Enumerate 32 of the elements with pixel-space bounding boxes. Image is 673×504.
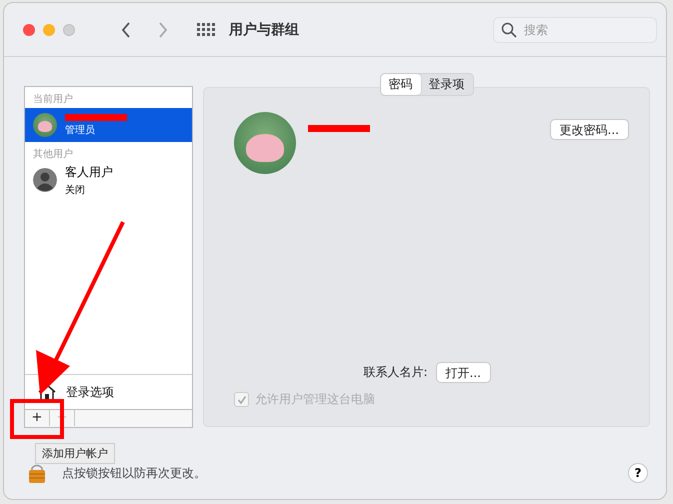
checkmark-icon xyxy=(236,394,246,404)
redaction-bar xyxy=(308,125,370,132)
change-password-button[interactable]: 更改密码... xyxy=(550,119,629,140)
user-role: 关闭 xyxy=(65,184,86,196)
lock-message: 点按锁按钮以防再次更改。 xyxy=(62,464,206,482)
contact-card-label: 联系人名片: xyxy=(364,364,428,381)
tab[interactable]: 登录项 xyxy=(420,74,472,95)
highlight-box xyxy=(10,399,64,439)
section-heading: 当前用户 xyxy=(32,92,74,107)
back-icon[interactable] xyxy=(120,20,132,38)
tooltip: 添加用户帐户 xyxy=(35,443,115,464)
user-item[interactable]: 管理员 xyxy=(25,108,192,142)
user-item[interactable]: 客人用户 关闭 xyxy=(25,163,192,197)
avatar-photo xyxy=(33,113,57,137)
user-name: 客人用户 xyxy=(65,164,113,180)
open-button[interactable]: 打开... xyxy=(436,362,491,383)
zoom-button[interactable] xyxy=(63,24,75,36)
section-heading: 其他用户 xyxy=(32,148,74,162)
tab[interactable]: 密码 xyxy=(380,74,420,95)
minimize-button[interactable] xyxy=(43,24,55,36)
close-button[interactable] xyxy=(23,24,35,36)
user-role: 管理员 xyxy=(65,124,96,136)
add-button[interactable]: + xyxy=(25,410,50,426)
help-button[interactable]: ? xyxy=(628,463,648,483)
user-silhouette-icon xyxy=(33,168,57,192)
search-icon xyxy=(501,22,517,38)
forward-icon[interactable] xyxy=(157,20,169,38)
lock-icon[interactable] xyxy=(28,463,46,483)
grid-icon[interactable] xyxy=(197,22,215,36)
search-field[interactable]: 搜索 xyxy=(493,16,657,42)
checkbox-label: 允许用户管理这台电脑 xyxy=(255,391,375,408)
window-title: 用户与群组 xyxy=(229,20,299,38)
